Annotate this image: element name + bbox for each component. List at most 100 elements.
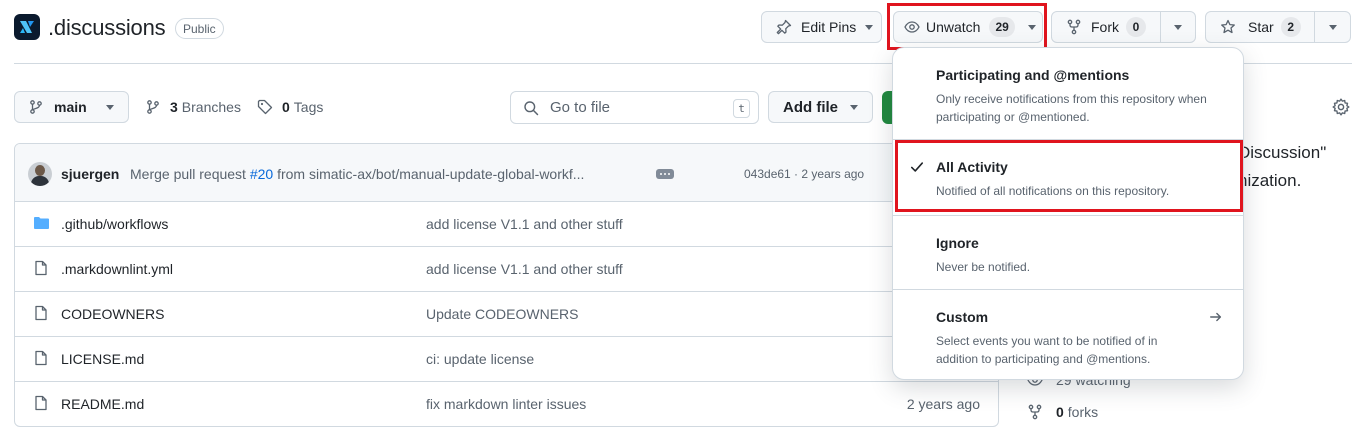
table-row[interactable]: CODEOWNERS Update CODEOWNERS — [15, 292, 998, 337]
watch-option-all-activity[interactable]: All Activity Notified of all notificatio… — [893, 140, 1243, 212]
star-count: 2 — [1280, 17, 1301, 37]
fork-button[interactable]: Fork 0 — [1051, 11, 1161, 43]
watch-option-custom[interactable]: Custom Select events you want to be noti… — [893, 290, 1243, 380]
option-title: Participating and @mentions — [936, 67, 1130, 83]
chevron-down-icon — [865, 24, 874, 30]
expand-commit-button[interactable] — [656, 169, 674, 179]
file-table: sjuergen Merge pull request #20 from sim… — [14, 143, 999, 427]
edit-pins-button[interactable]: Edit Pins — [761, 11, 882, 43]
table-row[interactable]: README.md fix markdown linter issues 2 yea… — [15, 382, 998, 426]
star-label: Star — [1248, 19, 1274, 35]
about-text-line2: nization. — [1238, 171, 1302, 190]
tags-link[interactable]: 0 Tags — [257, 99, 323, 115]
latest-commit-bar: sjuergen Merge pull request #20 from sim… — [15, 144, 998, 202]
file-name[interactable]: LICENSE.md — [61, 351, 144, 367]
file-icon — [33, 305, 49, 321]
fork-dropdown-button[interactable] — [1160, 11, 1196, 43]
check-icon — [910, 162, 924, 172]
star-icon — [1221, 19, 1235, 34]
branch-icon — [30, 100, 42, 114]
branch-icon — [147, 100, 159, 114]
search-icon — [524, 100, 539, 115]
commit-meta[interactable]: 043de61 · 2 years ago — [744, 167, 864, 181]
file-icon — [35, 260, 47, 276]
file-icon — [33, 350, 49, 366]
eye-icon — [904, 21, 920, 33]
file-commit-message[interactable]: fix markdown linter issues — [426, 396, 586, 412]
file-commit-age: 2 years ago — [906, 396, 980, 412]
file-icon — [35, 395, 47, 411]
folder-icon — [33, 215, 50, 231]
visibility-badge: Public — [175, 18, 224, 39]
file-commit-message[interactable]: add license V1.1 and other stuff — [426, 261, 623, 277]
commit-message-prefix: Merge pull request — [130, 166, 250, 182]
commit-message-suffix: from simatic-ax/bot/manual-update-global… — [273, 166, 585, 182]
chevron-down-icon — [1027, 24, 1036, 30]
file-commit-message[interactable]: ci: update license — [426, 351, 534, 367]
go-to-file-placeholder: Go to file — [550, 99, 611, 116]
branch-select-button[interactable]: main — [14, 91, 129, 123]
avatar[interactable] — [28, 162, 52, 186]
repo-avatar[interactable] — [14, 14, 40, 40]
go-to-file-input[interactable]: Go to file t — [510, 91, 759, 124]
tags-label: Tags — [293, 99, 324, 115]
chevron-down-icon — [1174, 24, 1182, 30]
option-title: Ignore — [936, 235, 979, 251]
branches-count: 3 — [170, 99, 178, 115]
add-file-button[interactable]: Add file — [768, 91, 873, 123]
star-dropdown-button[interactable] — [1314, 11, 1351, 43]
file-icon — [35, 350, 47, 366]
commit-author[interactable]: sjuergen — [61, 166, 119, 182]
branches-link[interactable]: 3 Branches — [145, 99, 241, 115]
file-icon — [35, 305, 47, 321]
repo-name[interactable]: .discussions — [48, 15, 166, 41]
star-button[interactable]: Star 2 — [1205, 11, 1315, 43]
table-row[interactable]: .github/workflows add license V1.1 and ot… — [15, 202, 998, 247]
arrow-right-icon — [1210, 312, 1222, 322]
gear-icon[interactable] — [1332, 98, 1350, 116]
chevron-down-icon — [850, 104, 858, 110]
about-text-line1: Discussion" — [1238, 143, 1327, 162]
unwatch-button[interactable]: Unwatch 29 — [893, 11, 1043, 43]
folder-icon — [34, 217, 49, 229]
tag-icon — [257, 99, 273, 115]
fork-count: 0 — [1126, 17, 1146, 37]
chevron-down-icon — [1328, 24, 1337, 30]
edit-pins-label: Edit Pins — [801, 19, 857, 35]
chevron-down-icon — [105, 104, 114, 110]
pr-link[interactable]: #20 — [250, 166, 273, 182]
watch-option-participating[interactable]: Participating and @mentions Only receive… — [893, 48, 1243, 138]
watch-option-ignore[interactable]: Ignore Never be notified. — [893, 216, 1243, 288]
file-commit-message[interactable]: Update CODEOWNERS — [426, 306, 578, 322]
file-name[interactable]: README.md — [61, 396, 144, 412]
shortcut-key-hint: t — [733, 99, 750, 118]
pin-icon — [776, 19, 792, 35]
fork-icon — [1028, 404, 1042, 420]
add-file-label: Add file — [783, 98, 838, 116]
tags-count: 0 — [282, 99, 290, 115]
option-description: Notified of all notifications on this re… — [936, 184, 1170, 198]
file-name[interactable]: CODEOWNERS — [61, 306, 164, 322]
fork-icon — [1067, 19, 1081, 35]
branches-label: Branches — [181, 99, 241, 115]
option-description: Only receive notifications from this rep… — [936, 92, 1207, 124]
table-row[interactable]: LICENSE.md ci: update license — [15, 337, 998, 382]
fork-label: Fork — [1091, 19, 1119, 35]
table-row[interactable]: .markdownlint.yml add license V1.1 and ot… — [15, 247, 998, 292]
file-icon — [33, 395, 49, 411]
file-icon — [33, 260, 49, 276]
forks-label: forks — [1067, 404, 1099, 420]
option-description: Select events you want to be notified of… — [936, 334, 1158, 366]
file-commit-message[interactable]: add license V1.1 and other stuff — [426, 216, 623, 232]
file-name[interactable]: .markdownlint.yml — [61, 261, 173, 277]
commit-message[interactable]: Merge pull request #20 from simatic-ax/b… — [130, 166, 584, 182]
option-description: Never be notified. — [936, 260, 1031, 274]
forks-link[interactable]: 0 forks — [1027, 404, 1098, 420]
option-title: Custom — [936, 309, 989, 325]
unwatch-label: Unwatch — [926, 19, 981, 35]
watch-menu: Participating and @mentions Only receive… — [892, 47, 1244, 380]
file-name[interactable]: .github/workflows — [61, 216, 168, 232]
repo-logo-icon — [20, 21, 34, 33]
watch-count: 29 — [989, 17, 1015, 37]
branch-name: main — [54, 99, 87, 115]
